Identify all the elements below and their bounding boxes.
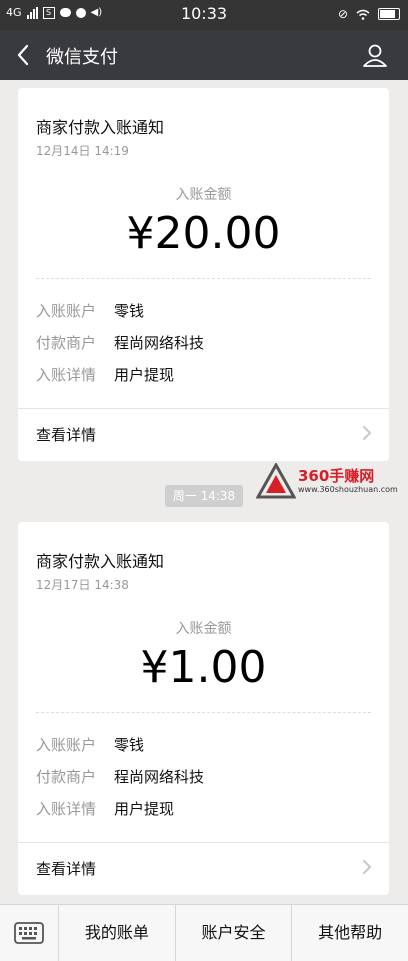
amount-value: ¥20.00 [126, 208, 281, 259]
info-label: 入账详情 [36, 366, 97, 384]
watermark-logo: 360手赚网 www.360shouzhuan.com [256, 463, 406, 501]
status-bar: 4G S ◀) 10:33 ⊘ [0, 0, 408, 30]
info-row: 入账详情 用户提现 [36, 364, 174, 385]
payment-notification-card: 商家付款入账通知 12月17日 14:38 入账金额 ¥1.00 入账账户 零钱 … [18, 522, 389, 895]
info-row: 付款商户 程尚网络科技 [36, 332, 204, 353]
wifi-icon [356, 9, 370, 20]
info-value: 零钱 [114, 302, 145, 320]
info-label: 付款商户 [36, 334, 97, 352]
info-value: 程尚网络科技 [114, 334, 205, 352]
notification-time: 12月14日 14:19 [36, 144, 129, 158]
amount-label: 入账金额 [175, 621, 232, 637]
info-row: 入账账户 零钱 [36, 300, 144, 321]
timestamp-divider: 周一 14:38 [165, 485, 243, 507]
dashed-divider [36, 712, 371, 713]
card-divider [18, 842, 389, 843]
menu-my-bills[interactable]: 我的账单 [59, 905, 176, 961]
bottom-menu-bar: 我的账单 账户安全 其他帮助 [0, 904, 408, 961]
info-label: 入账账户 [36, 736, 97, 754]
view-details-link[interactable]: 查看详情 [36, 858, 96, 879]
menu-other-help[interactable]: 其他帮助 [292, 905, 408, 961]
info-row: 入账详情 用户提现 [36, 798, 174, 819]
info-row: 付款商户 程尚网络科技 [36, 766, 204, 787]
amount-label: 入账金额 [175, 187, 232, 203]
view-details-link[interactable]: 查看详情 [36, 424, 96, 445]
user-icon[interactable] [362, 42, 388, 68]
back-arrow-icon[interactable] [12, 41, 38, 69]
amount-value: ¥1.00 [140, 642, 267, 693]
dashed-divider [36, 278, 371, 279]
menu-account-security[interactable]: 账户安全 [176, 905, 293, 961]
info-row: 入账账户 零钱 [36, 734, 144, 755]
info-label: 付款商户 [36, 768, 97, 786]
payment-notification-card: 商家付款入账通知 12月14日 14:19 入账金额 ¥20.00 入账账户 零钱… [18, 88, 389, 461]
alarm-off-icon: ⊘ [337, 7, 348, 21]
chevron-right-icon [363, 426, 371, 440]
notification-time: 12月17日 14:38 [36, 578, 129, 592]
triangle-logo-icon [256, 463, 296, 499]
info-value: 用户提现 [114, 800, 175, 818]
keyboard-icon [14, 922, 44, 944]
info-value: 程尚网络科技 [114, 768, 205, 786]
watermark-url: www.360shouzhuan.com [298, 485, 398, 494]
card-divider [18, 408, 389, 409]
info-value: 零钱 [114, 736, 145, 754]
status-right: ⊘ [338, 7, 400, 21]
info-label: 入账账户 [36, 302, 97, 320]
battery-icon [378, 8, 400, 20]
info-value: 用户提现 [114, 366, 175, 384]
keyboard-toggle-button[interactable] [0, 905, 59, 961]
chevron-right-icon [363, 860, 371, 874]
nav-bar: 微信支付 [0, 30, 408, 80]
notification-title: 商家付款入账通知 [36, 552, 165, 571]
page-title: 微信支付 [46, 47, 118, 68]
notification-title: 商家付款入账通知 [36, 118, 165, 137]
watermark-brand: 360手赚网 [298, 467, 375, 485]
info-label: 入账详情 [36, 800, 97, 818]
